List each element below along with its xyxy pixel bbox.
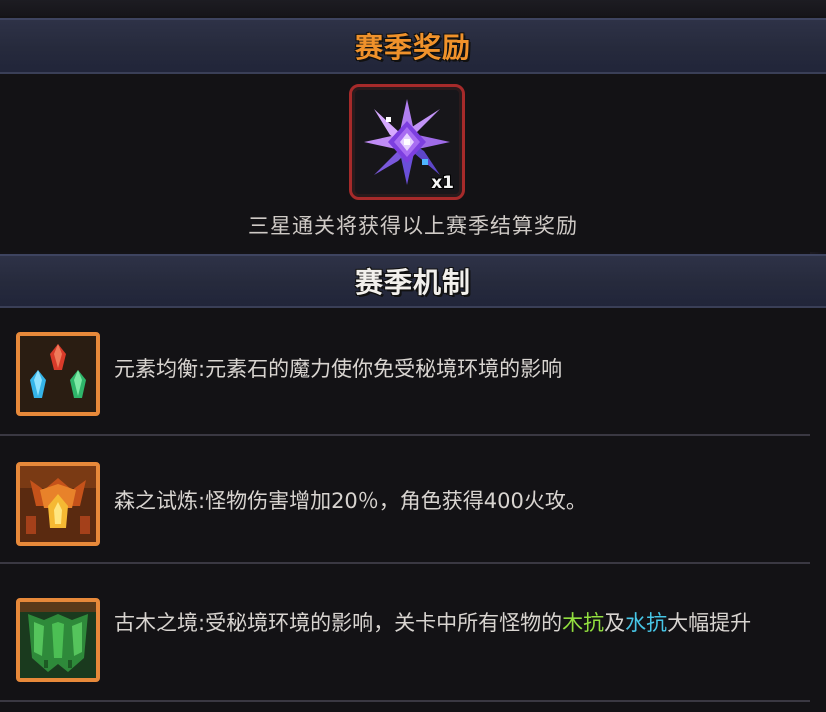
reward-title: 赛季奖励 <box>354 31 471 64</box>
elemental-crystals-icon <box>16 332 100 416</box>
divider <box>0 700 810 702</box>
mechanic-row: 森之试炼:怪物伤害增加20％，角色获得400火攻。 <box>0 436 826 562</box>
ancient-wood-leaf-icon <box>16 598 100 682</box>
mechanic-row: 古木之境:受秘境环境的影响，关卡中所有怪物的木抗及水抗大幅提升 <box>0 564 826 690</box>
mechanic-row: 元素均衡:元素石的魔力使你免受秘境环境的影响 <box>0 310 826 436</box>
mechanic-text-part: 大幅提升 <box>667 611 752 635</box>
water-resist-highlight: 水抗 <box>625 611 668 635</box>
reward-item-slot[interactable]: x1 <box>349 84 465 200</box>
mechanics-header: 赛季机制 <box>0 254 826 308</box>
fire-forest-trial-icon <box>16 462 100 546</box>
mechanic-text: 元素均衡:元素石的魔力使你免受秘境环境的影响 <box>114 357 563 381</box>
mechanic-text-part: 古木之境:受秘境环境的影响，关卡中所有怪物的 <box>114 611 563 635</box>
mechanic-text: 森之试炼:怪物伤害增加20％，角色获得400火攻。 <box>114 489 587 513</box>
mechanics-title: 赛季机制 <box>354 266 471 299</box>
wood-resist-highlight: 木抗 <box>562 611 605 635</box>
mechanic-text: 古木之境:受秘境环境的影响，关卡中所有怪物的木抗及水抗大幅提升 <box>114 610 804 637</box>
top-strip <box>0 0 826 16</box>
reward-header: 赛季奖励 <box>0 18 826 74</box>
mechanic-text-connector: 及 <box>604 611 626 635</box>
reward-item-count: x1 <box>431 173 454 193</box>
reward-caption: 三星通关将获得以上赛季结算奖励 <box>248 214 578 238</box>
